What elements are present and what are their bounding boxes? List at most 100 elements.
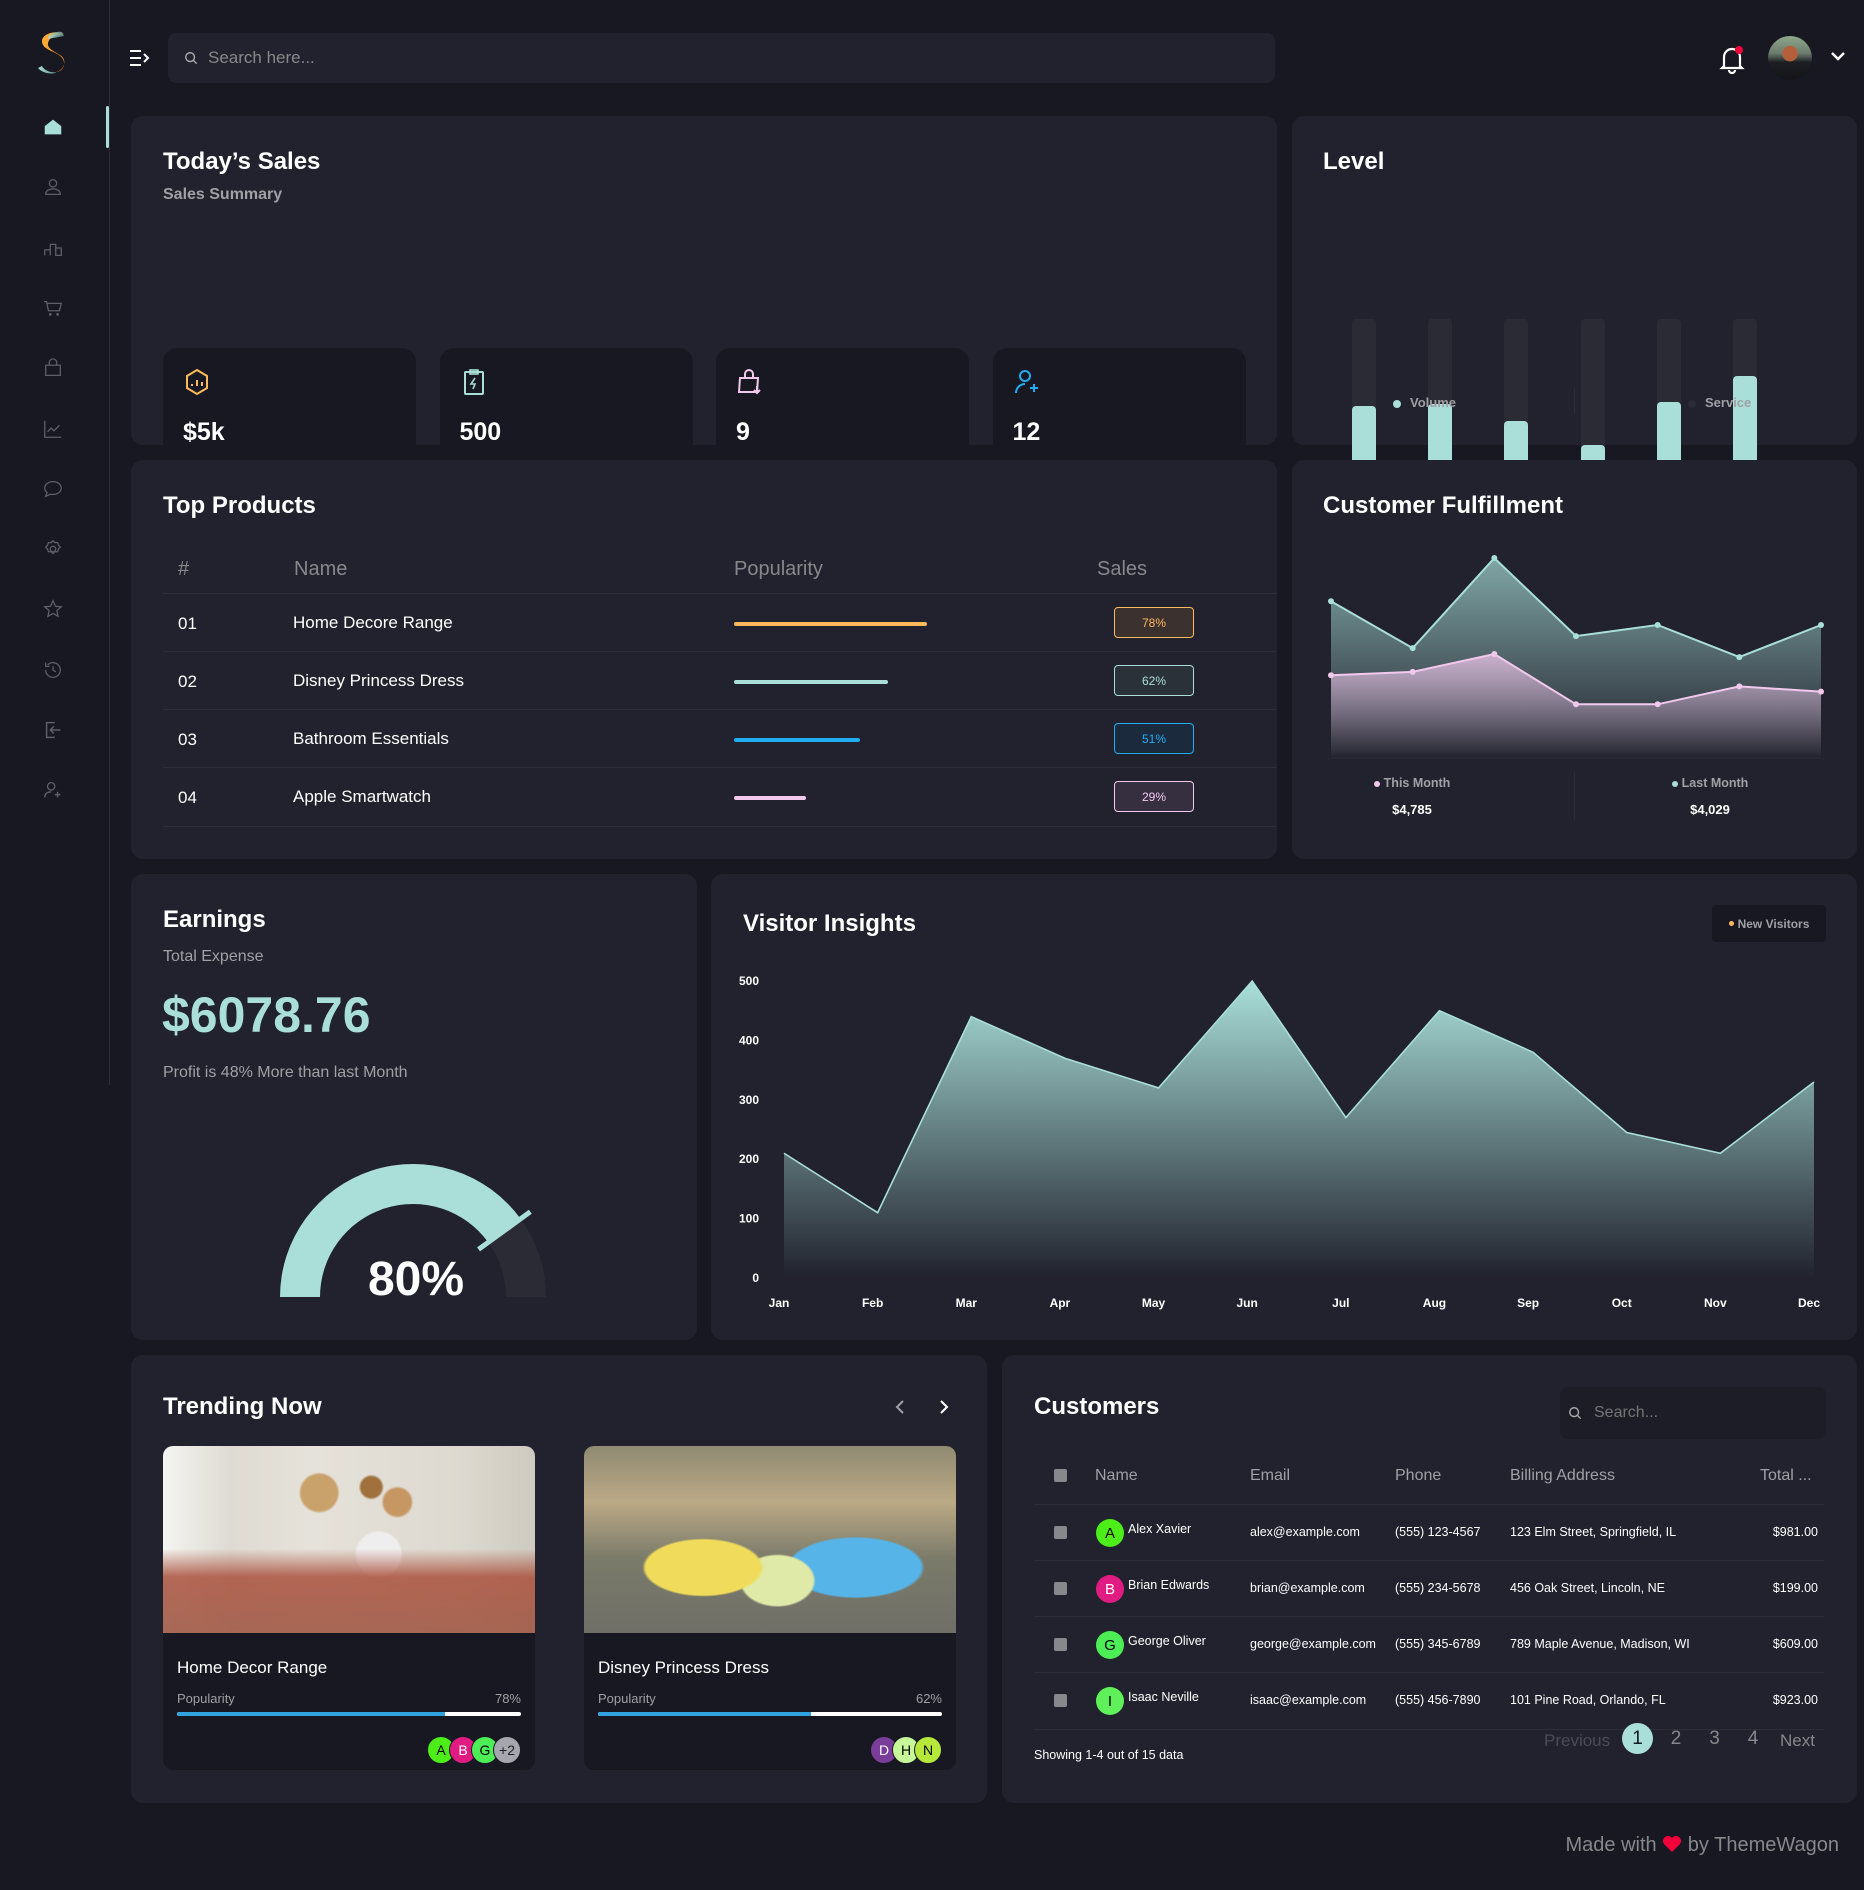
sidebar-item-star[interactable] [41,597,65,621]
row-checkbox[interactable] [1054,1582,1067,1595]
avatar-group: DHN [870,1736,942,1764]
next-arrow-icon[interactable] [936,1398,952,1416]
popularity-value: 78% [494,1691,521,1706]
logo-icon[interactable] [34,30,74,76]
clipboard-bolt-icon [463,369,484,395]
trending-item-image [584,1446,956,1633]
chart-line-icon [44,420,62,438]
notification-bell-icon[interactable] [1718,44,1746,74]
x-tick-label: Oct [1612,1296,1632,1310]
data-point [1818,688,1824,695]
customers-search[interactable] [1560,1387,1826,1439]
menu-toggle-icon[interactable] [128,46,152,70]
select-all-checkbox[interactable] [1054,1469,1067,1482]
product-row[interactable]: 04 Apple Smartwatch 29% [163,767,1277,825]
column-header-phone: Phone [1395,1467,1442,1484]
fulfillment-last-month: Last Month $4,029 [1650,776,1770,817]
level-legend-volume: Volume [1393,395,1456,410]
data-point [1491,555,1498,562]
avatar-group: A B G +2 [427,1736,521,1764]
star-icon [43,599,63,619]
pagination-previous[interactable]: Previous [1544,1731,1610,1751]
trending-now-card: Trending Now Home Decor Range Popularity 7… [131,1355,987,1803]
cart-icon [43,300,63,316]
customer-address: 123 Elm Street, Springfield, IL [1510,1525,1677,1539]
history-icon [45,661,61,678]
product-row[interactable]: 01 Home Decore Range 78% [163,593,1277,651]
search-bar[interactable] [168,33,1275,83]
product-row[interactable]: 02 Disney Princess Dress 62% [163,651,1277,709]
customer-phone: (555) 456-7890 [1395,1693,1481,1707]
customer-avatar: G [1096,1631,1124,1659]
trending-item-card[interactable]: Home Decor Range Popularity 78% A B G +2 [163,1446,535,1770]
chevron-down-icon[interactable] [1830,50,1846,62]
visitor-insights-card: Visitor Insights New Visitors 0 100 200 300… [711,874,1857,1340]
customer-email: alex@example.com [1250,1525,1360,1539]
product-name: Apple Smartwatch [293,787,431,806]
x-tick-label: Jun [1237,1296,1258,1310]
user-avatar[interactable] [1768,36,1812,80]
product-row[interactable]: 03 Bathroom Essentials 51% [163,709,1277,767]
customer-row[interactable]: I Isaac Neville isaac@example.com (555) 456… [1034,1672,1824,1728]
sidebar-item-leaderboard[interactable] [41,236,65,260]
search-input[interactable] [208,48,1108,68]
customer-name: Brian Edwards [1128,1578,1210,1592]
popularity-value: 62% [915,1691,942,1706]
popularity-track [177,1712,521,1716]
data-point [1328,598,1334,605]
sidebar-item-add-user[interactable] [41,778,65,802]
settings-icon [44,539,62,555]
data-point [1328,672,1334,679]
legend-dot [1671,780,1678,787]
user-icon [45,179,61,196]
customer-phone: (555) 234-5678 [1395,1581,1481,1595]
customers-search-input[interactable] [1594,1404,1794,1422]
popularity-track [598,1712,942,1716]
row-checkbox[interactable] [1054,1694,1067,1707]
sidebar-item-cart[interactable] [41,296,65,320]
customer-avatar: B [1096,1575,1124,1603]
sidebar-item-settings[interactable] [41,537,65,561]
customer-avatar: A [1096,1519,1124,1547]
previous-arrow-icon[interactable] [892,1398,908,1416]
y-tick-label: 500 [739,974,759,988]
search-icon [1569,1407,1582,1420]
customer-name: Isaac Neville [1128,1690,1199,1704]
sidebar-item-message[interactable] [41,477,65,501]
x-tick-label: Dec [1798,1296,1820,1310]
popularity-bar [734,680,888,684]
pagination-page-1[interactable]: 1 [1622,1723,1653,1754]
sidebar-item-shopping-bag[interactable] [41,356,65,380]
customers-title: Customers [1034,1393,1160,1420]
todays-sales-card: Today’s Sales Sales Summary $5kTotal Sal… [131,116,1277,530]
row-checkbox[interactable] [1054,1638,1067,1651]
todays-sales-title: Today’s Sales [163,148,321,175]
by-themewagon-link[interactable]: by ThemeWagon [1688,1834,1839,1856]
avatar[interactable]: N [914,1736,942,1764]
avatar[interactable]: +2 [493,1736,521,1764]
customer-row[interactable]: A Alex Xavier alex@example.com (555) 123-45… [1034,1504,1824,1560]
customer-phone: (555) 345-6789 [1395,1637,1481,1651]
sidebar-item-sign-in[interactable] [41,718,65,742]
data-point [1818,622,1824,629]
sidebar-item-history[interactable] [41,658,65,682]
earnings-card: Earnings Total Expense $6078.76 Profit i… [131,874,697,1340]
fulfillment-this-month: This Month $4,785 [1352,776,1472,817]
sidebar-item-user[interactable] [41,175,65,199]
data-point [1736,683,1743,690]
sidebar-item-chart-line[interactable] [41,417,65,441]
todays-sales-subtitle: Sales Summary [163,186,283,203]
row-checkbox[interactable] [1054,1526,1067,1539]
pagination-page-3[interactable]: 3 [1699,1728,1730,1750]
customer-row[interactable]: B Brian Edwards brian@example.com (555) 234… [1034,1560,1824,1616]
customer-total: $923.00 [1772,1693,1818,1707]
pagination-next[interactable]: Next [1780,1731,1815,1751]
legend-dot [1393,399,1401,408]
active-indicator [106,106,109,148]
sidebar-item-home[interactable] [41,115,65,139]
pagination-page-2[interactable]: 2 [1661,1728,1692,1750]
customer-row[interactable]: G George Oliver george@example.com (555) 34… [1034,1616,1824,1672]
trending-title: Trending Now [163,1393,322,1420]
pagination-page-4[interactable]: 4 [1738,1728,1769,1750]
trending-item-card[interactable]: Disney Princess Dress Popularity 62% D H N [584,1446,956,1770]
